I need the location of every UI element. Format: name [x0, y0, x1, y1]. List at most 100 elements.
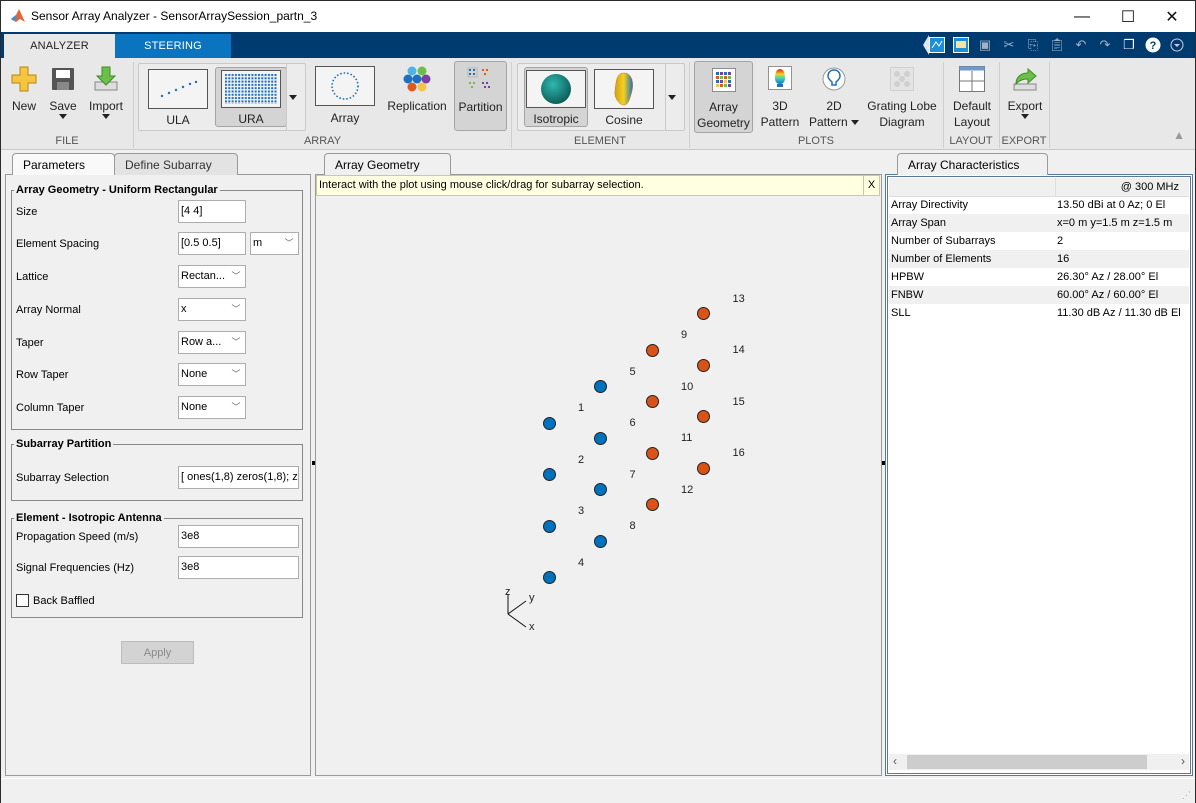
array-element-8[interactable] — [594, 534, 607, 548]
tab-array-characteristics[interactable]: Array Characteristics — [897, 153, 1048, 175]
tab-parameters[interactable]: Parameters — [12, 153, 115, 175]
array-element-10[interactable] — [645, 395, 659, 408]
element-spacing-input[interactable]: [0.5 0.5] — [178, 232, 246, 255]
array-gallery: ULA URA — [138, 63, 306, 131]
grating-lobe-button[interactable]: Grating Lobe Diagram — [865, 64, 939, 130]
signal-frequencies-input[interactable]: 3e8 — [178, 556, 299, 579]
window-icon[interactable]: ❐ — [1119, 35, 1139, 55]
array-element-6[interactable] — [594, 431, 607, 445]
array-element-15[interactable] — [697, 410, 710, 423]
info-bar: Interact with the plot using mouse click… — [316, 175, 880, 196]
element-label: 2 — [578, 453, 585, 466]
table-row: SLL 11.30 dB Az / 11.30 dB El — [889, 304, 1189, 322]
tab-steering[interactable]: STEERING — [115, 34, 231, 58]
save-icon[interactable]: ▣ — [975, 35, 995, 55]
export-dropdown-caret[interactable] — [1021, 114, 1029, 119]
isotropic-button[interactable]: Isotropic — [524, 67, 588, 127]
array-element-12[interactable] — [645, 498, 659, 511]
scroll-left-icon[interactable]: ‹ — [893, 754, 897, 768]
paste-icon[interactable]: 📋︎ — [1047, 35, 1067, 55]
array-element-9[interactable] — [645, 343, 659, 357]
propagation-speed-input[interactable]: 3e8 — [178, 525, 299, 548]
element-gallery-expand[interactable] — [668, 91, 676, 103]
close-info-button[interactable]: X — [863, 176, 879, 195]
array-element-3[interactable] — [542, 519, 556, 533]
array-element-14[interactable] — [697, 358, 710, 372]
spacing-unit-dropdown[interactable]: m ﹀ — [250, 232, 299, 255]
tab-array-geometry[interactable]: Array Geometry — [324, 153, 451, 175]
axis-label-x: x — [529, 621, 535, 633]
replication-button[interactable]: Replication — [384, 64, 450, 114]
lattice-dropdown[interactable]: Rectan... ﹀ — [178, 265, 246, 288]
svg-text:?: ? — [1150, 40, 1157, 52]
2d-pattern-dropdown-caret[interactable] — [851, 120, 860, 126]
row-taper-dropdown[interactable]: None ﹀ — [178, 363, 246, 386]
array-geometry-button[interactable]: Array Geometry — [694, 61, 753, 133]
scrollbar-thumb[interactable] — [907, 755, 1147, 769]
undo-icon[interactable]: ↶ — [1071, 35, 1091, 55]
array-geometry-icon — [711, 68, 736, 92]
table-row: Number of Subarrays 2 — [889, 232, 1189, 250]
array-element-16[interactable] — [697, 461, 710, 475]
array-element-11[interactable] — [645, 446, 659, 460]
array-element-2[interactable] — [542, 468, 556, 481]
array-element-1[interactable] — [542, 416, 556, 430]
menu-icon[interactable] — [1167, 35, 1187, 55]
save-button[interactable]: Save — [47, 64, 79, 119]
3d-pattern-button[interactable]: 3D Pattern — [758, 64, 802, 130]
array-element-7[interactable] — [594, 483, 607, 496]
array-element-4[interactable] — [542, 571, 556, 584]
characteristics-table: @ 300 MHz Array Directivity 13.50 dBi at … — [889, 178, 1189, 322]
import-dropdown-caret[interactable] — [102, 114, 110, 119]
close-button[interactable]: ✕ — [1149, 1, 1195, 32]
table-row: Array Directivity 13.50 dBi at 0 Az; 0 El — [889, 196, 1189, 214]
copy-icon[interactable]: ⎘ — [1023, 35, 1043, 55]
ura-button[interactable]: URA — [215, 67, 287, 127]
horizontal-scrollbar[interactable]: ‹ › — [889, 754, 1189, 770]
tab-define-subarray[interactable]: Define Subarray — [114, 153, 238, 175]
export-button[interactable]: Export — [1003, 64, 1047, 119]
plot-icon[interactable] — [927, 35, 947, 55]
partition-icon — [467, 67, 490, 88]
group-label-export: EXPORT — [1001, 135, 1047, 147]
redo-icon[interactable]: ↷ — [1095, 35, 1115, 55]
array-element-13[interactable] — [697, 307, 710, 320]
subarray-selection-input[interactable]: [ ones(1,8) zeros(1,8); z — [178, 466, 299, 489]
2d-pattern-button[interactable]: 2D Pattern — [807, 64, 861, 130]
chevron-down-icon: ﹀ — [231, 271, 241, 281]
new-button[interactable]: New — [9, 64, 39, 114]
plus-icon — [11, 66, 37, 92]
array-normal-dropdown[interactable]: x ﹀ — [178, 298, 246, 321]
array-geometry-plot[interactable]: 1 2 3 4 5 6 7 8 9 10 11 12 13 14 15 16 — [316, 197, 881, 777]
scroll-right-icon[interactable]: › — [1181, 754, 1185, 768]
array-gallery-expand[interactable] — [289, 91, 297, 103]
help-icon[interactable]: ? — [1143, 35, 1163, 55]
partition-button[interactable]: Partition — [454, 61, 507, 131]
resize-grip-icon[interactable]: ⋰ — [1182, 790, 1191, 801]
apply-button[interactable]: Apply — [121, 641, 194, 664]
3d-pattern-icon — [768, 66, 792, 90]
ula-button[interactable]: ULA — [142, 67, 214, 127]
array-button[interactable]: Array — [313, 66, 377, 126]
size-input[interactable]: [4 4] — [178, 200, 246, 223]
circular-array-icon — [331, 72, 359, 100]
column-taper-dropdown[interactable]: None ﹀ — [178, 396, 246, 419]
maximize-button[interactable]: ☐ — [1105, 1, 1151, 32]
save-dropdown-caret[interactable] — [59, 114, 67, 119]
import-button[interactable]: Import — [85, 64, 127, 119]
minimize-button[interactable]: — — [1059, 1, 1105, 32]
cut-icon[interactable]: ✂ — [999, 35, 1019, 55]
back-baffled-checkbox[interactable] — [16, 594, 29, 607]
figure-icon[interactable] — [951, 35, 971, 55]
tab-analyzer[interactable]: ANALYZER — [4, 34, 115, 58]
layout-icon — [959, 66, 985, 92]
window-title: Sensor Array Analyzer - SensorArraySessi… — [31, 9, 318, 23]
default-layout-button[interactable]: Default Layout — [949, 64, 995, 130]
taper-dropdown[interactable]: Row a... ﹀ — [178, 331, 246, 354]
group-label-array: ARRAY — [303, 135, 342, 147]
collapse-ribbon-icon[interactable]: ▲ — [1173, 128, 1185, 142]
app-window: Sensor Array Analyzer - SensorArraySessi… — [0, 0, 1196, 803]
array-element-5[interactable] — [594, 380, 607, 393]
cosine-button[interactable]: Cosine — [592, 67, 656, 127]
ula-icon — [160, 80, 198, 98]
